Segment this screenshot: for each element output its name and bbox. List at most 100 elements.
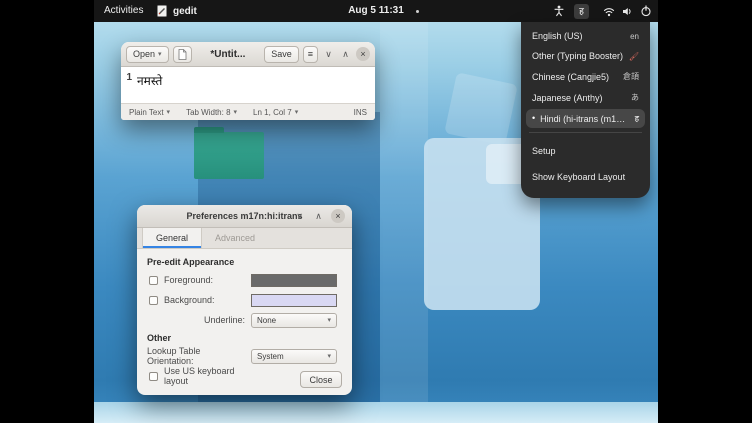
wallpaper-folder-shape <box>194 132 264 179</box>
accessibility-icon[interactable] <box>553 5 565 17</box>
menu-item-show-keyboard-layout[interactable]: Show Keyboard Layout <box>526 164 645 190</box>
lookup-orientation-dropdown[interactable]: System ▾ <box>251 349 337 364</box>
menu-item-typing-booster[interactable]: Other (Typing Booster) 🖌 <box>526 47 645 65</box>
underline-row: Underline: None ▾ <box>147 313 342 327</box>
underline-dropdown[interactable]: None ▾ <box>251 313 337 328</box>
lookup-orientation-value: System <box>257 352 284 361</box>
volume-icon <box>622 6 633 17</box>
close-dialog-button[interactable]: Close <box>300 371 342 388</box>
language-badge: 倉頡 <box>623 71 639 82</box>
preferences-tabs: General Advanced <box>137 228 352 249</box>
preferences-body: Pre-edit Appearance Foreground: Backgrou… <box>137 249 352 395</box>
tab-general[interactable]: General <box>142 228 202 248</box>
notification-indicator <box>416 10 419 13</box>
foreground-label: Foreground: <box>164 275 213 285</box>
menu-item-label: English (US) <box>532 31 625 41</box>
document-text: नमस्ते <box>137 72 162 97</box>
menu-item-label: Other (Typing Booster) <box>532 51 624 61</box>
foreground-checkbox[interactable] <box>149 276 158 285</box>
language-badge: en <box>630 32 639 41</box>
chevron-down-icon: ▾ <box>327 316 331 324</box>
activities-button[interactable]: Activities <box>104 0 143 22</box>
tab-advanced[interactable]: Advanced <box>202 228 268 248</box>
language-label: Plain Text <box>129 108 164 117</box>
top-bar: Activities gedit Aug 5 11:31 ह <box>94 0 658 22</box>
preferences-titlebar[interactable]: Preferences m17n:hi:itrans ∨ ∧ × <box>137 205 352 228</box>
language-selector[interactable]: Plain Text ▾ <box>129 108 170 117</box>
lookup-orientation-row: Lookup Table Orientation: System ▾ <box>147 349 342 363</box>
wallpaper-tilted-square <box>444 72 518 146</box>
foreground-row: Foreground: <box>147 273 342 287</box>
system-menu[interactable] <box>603 5 652 17</box>
selected-bullet-icon: • <box>532 114 535 123</box>
cursor-position-label: Ln 1, Col 7 <box>253 108 292 117</box>
menu-item-japanese-anthy[interactable]: Japanese (Anthy) あ <box>526 88 645 107</box>
section-preedit-appearance: Pre-edit Appearance <box>147 257 342 267</box>
lookup-orientation-label: Lookup Table Orientation: <box>147 346 245 366</box>
chevron-down-icon: ▾ <box>234 108 238 116</box>
app-menu-label: gedit <box>173 6 197 17</box>
document-title: *Untit... <box>196 49 261 60</box>
chevron-down-icon: ▾ <box>295 108 299 116</box>
wallpaper-bottom-band <box>94 402 658 423</box>
us-keyboard-label: Use US keyboard layout <box>164 366 251 386</box>
maximize-button[interactable]: ∧ <box>312 209 325 224</box>
power-icon <box>640 5 652 17</box>
background-row: Background: <box>147 293 342 307</box>
preferences-dialog: Preferences m17n:hi:itrans ∨ ∧ × General… <box>137 205 352 395</box>
gedit-icon <box>156 5 168 17</box>
chevron-down-icon: ▾ <box>158 50 162 58</box>
clock[interactable]: Aug 5 11:31 <box>348 0 404 22</box>
minimize-button[interactable]: ∨ <box>322 47 335 62</box>
input-method-indicator[interactable]: ह <box>574 4 589 19</box>
insert-mode-label: INS <box>354 108 367 117</box>
wallpaper-light-column <box>380 22 428 403</box>
tab-width-label: Tab Width: 8 <box>186 108 230 117</box>
underline-label: Underline: <box>204 315 245 325</box>
letterboxed-stage: Activities gedit Aug 5 11:31 ह <box>0 0 752 423</box>
menu-item-label: Chinese (Cangjie5) <box>532 72 618 82</box>
status-indicators[interactable]: ह <box>553 0 652 22</box>
new-document-button[interactable] <box>173 46 192 63</box>
language-badge: ह <box>635 113 639 124</box>
menu-item-hindi-itrans[interactable]: • Hindi (hi-itrans (m17n)) ह <box>526 109 645 128</box>
line-number: 1 <box>121 72 137 97</box>
chevron-down-icon: ▾ <box>327 352 331 360</box>
cursor-position-selector[interactable]: Ln 1, Col 7 ▾ <box>253 108 298 117</box>
text-editor-area[interactable]: 1 नमस्ते <box>121 67 375 103</box>
background-color-button[interactable] <box>251 294 337 307</box>
gedit-window: Open ▾ *Untit... Save ≡ ∨ ∧ × <box>121 42 375 120</box>
maximize-button[interactable]: ∧ <box>339 47 352 62</box>
foreground-color-button[interactable] <box>251 274 337 287</box>
new-document-icon <box>178 49 187 60</box>
close-button[interactable]: × <box>356 47 370 61</box>
tab-width-selector[interactable]: Tab Width: 8 ▾ <box>186 108 237 117</box>
open-button[interactable]: Open ▾ <box>126 46 169 63</box>
window-controls: ∨ ∧ × <box>293 205 345 227</box>
language-badge: あ <box>631 92 639 103</box>
close-button[interactable]: × <box>331 209 345 223</box>
menu-item-label: Hindi (hi-itrans (m17n)) <box>540 114 630 124</box>
desktop: Activities gedit Aug 5 11:31 ह <box>94 0 658 423</box>
open-button-label: Open <box>133 49 155 59</box>
background-checkbox[interactable] <box>149 296 158 305</box>
app-menu[interactable]: gedit <box>156 0 197 22</box>
menu-item-chinese-cangjie[interactable]: Chinese (Cangjie5) 倉頡 <box>526 67 645 86</box>
menu-item-english-us[interactable]: English (US) en <box>526 27 645 45</box>
section-other: Other <box>147 333 342 343</box>
chevron-down-icon: ▾ <box>167 108 171 116</box>
minimize-button[interactable]: ∨ <box>293 209 306 224</box>
menu-item-label: Japanese (Anthy) <box>532 93 626 103</box>
gedit-statusbar: Plain Text ▾ Tab Width: 8 ▾ Ln 1, Col 7 … <box>121 103 375 120</box>
hamburger-icon: ≡ <box>308 49 313 59</box>
network-icon <box>603 6 615 17</box>
save-button[interactable]: Save <box>264 46 299 63</box>
gedit-headerbar: Open ▾ *Untit... Save ≡ ∨ ∧ × <box>121 42 375 67</box>
underline-value: None <box>257 316 276 325</box>
menu-separator <box>529 132 642 133</box>
us-keyboard-checkbox[interactable] <box>149 372 158 381</box>
menu-item-setup[interactable]: Setup <box>526 138 645 164</box>
input-source-menu: English (US) en Other (Typing Booster) 🖌… <box>521 22 650 198</box>
menu-button[interactable]: ≡ <box>303 46 318 63</box>
brush-icon: 🖌 <box>629 52 639 61</box>
